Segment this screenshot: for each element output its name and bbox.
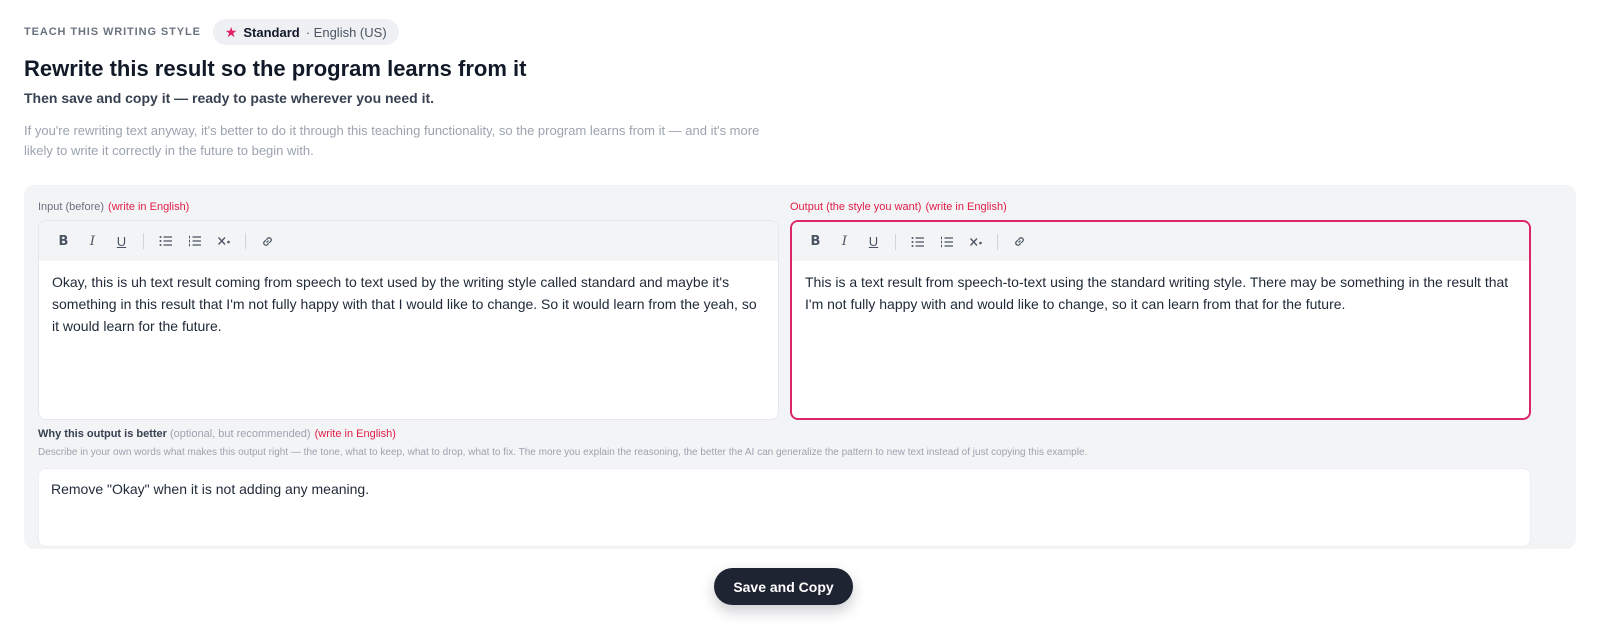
clear-format-icon[interactable] [963,229,988,254]
page-title: Rewrite this result so the program learn… [24,56,527,81]
output-editor[interactable]: B I U This is a text result from speech-… [790,220,1531,420]
star-icon: ★ [224,24,238,40]
style-language: · English (US) [305,24,387,40]
output-editor-label: Output (the style you want) (write in Eng… [790,201,1007,213]
toolbar-divider [143,233,144,249]
underline-icon[interactable]: U [109,229,134,254]
output-label-text: Output (the style you want) [790,201,922,213]
why-help-text: Describe in your own words what makes th… [38,447,1088,458]
bullet-list-icon[interactable] [905,229,930,254]
italic-icon[interactable]: I [832,229,857,254]
output-editor-text[interactable]: This is a text result from speech-to-tex… [792,261,1529,325]
toolbar-divider [997,233,998,250]
numbered-list-icon[interactable] [934,229,959,254]
input-lang-note: (write in English) [108,201,190,213]
output-editor-toolbar: B I U [792,222,1529,261]
input-editor[interactable]: B I U Okay, this is uh text result comin… [38,220,779,420]
toolbar-divider [895,233,896,250]
toolbar-divider [245,233,246,249]
eyebrow-label: TEACH THIS WRITING STYLE [24,26,201,38]
why-lang-note: (write in English) [314,428,396,440]
why-label: Why this output is better (optional, but … [38,428,396,440]
link-icon[interactable] [255,229,280,254]
teaching-card: Input (before) (write in English) Output … [24,185,1576,549]
header-row: TEACH THIS WRITING STYLE ★ Standard · En… [24,19,399,45]
page-description: If you're rewriting text anyway, it's be… [24,123,760,158]
style-pill[interactable]: ★ Standard · English (US) [212,19,399,45]
bold-icon[interactable]: B [803,229,828,254]
underline-icon[interactable]: U [861,229,886,254]
link-icon[interactable] [1007,229,1032,254]
input-label-text: Input (before) [38,201,105,213]
bold-icon[interactable]: B [51,229,76,254]
why-optional-note: (optional, but recommended) [169,428,311,440]
italic-icon[interactable]: I [80,229,105,254]
input-editor-text[interactable]: Okay, this is uh text result coming from… [39,261,778,347]
style-name: Standard [243,24,300,40]
input-editor-toolbar: B I U [39,221,778,261]
save-and-copy-button[interactable]: Save and Copy [714,568,853,605]
page-subtitle: Then save and copy it — ready to paste w… [24,90,435,106]
input-editor-label: Input (before) (write in English) [38,201,189,213]
why-label-text: Why this output is better [38,428,167,440]
why-input[interactable]: Remove "Okay" when it is not adding any … [38,468,1531,547]
bullet-list-icon[interactable] [153,229,178,254]
clear-format-icon[interactable] [211,229,236,254]
numbered-list-icon[interactable] [182,229,207,254]
output-lang-note: (write in English) [925,201,1007,213]
